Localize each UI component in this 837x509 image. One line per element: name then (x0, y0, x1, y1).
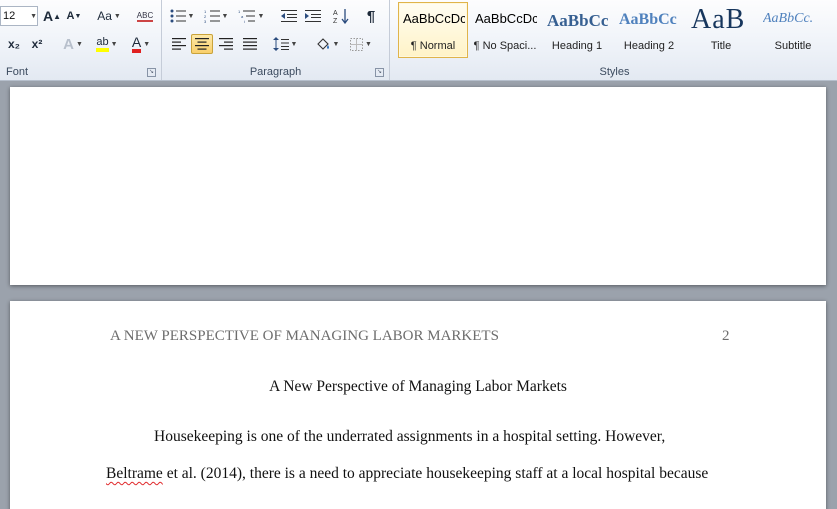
text-effects-button[interactable]: A ▼ (58, 34, 88, 54)
align-center-button[interactable] (191, 34, 213, 54)
font-color-icon: A (131, 35, 142, 53)
style-name: Heading 2 (623, 40, 675, 52)
shrink-font-button[interactable]: A ▼ (64, 6, 84, 26)
line-spacing-dropdown-icon: ▼ (290, 40, 298, 48)
borders-icon (350, 37, 364, 51)
running-head[interactable]: A NEW PERSPECTIVE OF MANAGING LABOR MARK… (110, 328, 499, 345)
style-sample: AaBbCcDc (475, 11, 537, 26)
style-name: ¶ No Spaci... (473, 40, 537, 52)
multilevel-list-icon: 1ai (238, 9, 255, 23)
align-left-button[interactable] (168, 34, 190, 54)
shading-button[interactable]: ▼ (312, 34, 342, 54)
decrease-indent-icon (281, 10, 297, 22)
highlight-dropdown-icon: ▼ (110, 40, 118, 48)
style-tile-5[interactable]: AaBbCc. Subtitle (758, 2, 828, 58)
clear-formatting-icon: ABC (136, 10, 154, 22)
multilevel-dropdown-icon: ▼ (257, 12, 265, 20)
style-name: Title (710, 40, 732, 52)
font-color-dropdown-icon: ▼ (143, 40, 151, 48)
paragraph-dialog-launcher-icon[interactable]: ↘ (375, 68, 384, 77)
style-sample: AaBbCc. (763, 11, 814, 26)
align-right-button[interactable] (215, 34, 237, 54)
numbering-dropdown-icon: ▼ (221, 12, 229, 20)
shrink-arrow-icon: ▼ (74, 12, 82, 20)
misspelled-word[interactable]: Beltrame (106, 465, 163, 482)
page-1[interactable] (10, 87, 826, 285)
font-color-button[interactable]: A ▼ (126, 34, 156, 54)
style-name: Heading 1 (551, 40, 603, 52)
justify-icon (243, 38, 257, 50)
styles-group: AaBbCcDc ¶ Normal AaBbCcDc ¶ No Spaci... AaB… (392, 0, 837, 80)
style-sample: AaBbCcDc (403, 11, 465, 26)
borders-dropdown-icon: ▼ (365, 40, 372, 48)
style-sample: AaBbCc (619, 11, 677, 28)
change-case-dropdown-icon: ▼ (113, 12, 121, 20)
font-group: 12 ▼ A ▲ A ▼ Aa ▼ ABC x₂ x² A ▼ ab ▼ A ▼ Font (0, 0, 162, 80)
style-name: Subtitle (774, 40, 812, 52)
styles-group-label: Styles (599, 66, 630, 78)
style-sample: AaB (691, 4, 746, 35)
style-tile-3[interactable]: AaBbCc Heading 2 (614, 2, 684, 58)
align-right-icon (219, 38, 233, 50)
style-name: ¶ Normal (410, 40, 456, 52)
style-tile-4[interactable]: AaB Title (686, 2, 756, 58)
svg-text:Z: Z (333, 18, 338, 24)
shading-dropdown-icon: ▼ (332, 40, 340, 48)
paragraph-line-2[interactable]: Beltrame et al. (2014), there is a need … (106, 465, 708, 483)
numbering-icon: 123 (204, 9, 220, 23)
style-tile-0[interactable]: AaBbCcDc ¶ Normal (398, 2, 468, 58)
svg-text:i: i (244, 19, 245, 23)
decrease-indent-button[interactable] (278, 6, 300, 26)
sort-icon: AZ (333, 9, 349, 24)
style-sample: AaBbCc (547, 11, 609, 30)
bullets-icon (170, 9, 186, 23)
align-center-icon (195, 38, 209, 50)
svg-text:3: 3 (204, 19, 207, 23)
paragraph-line-1[interactable]: Housekeeping is one of the underrated as… (154, 428, 665, 446)
justify-button[interactable] (239, 34, 261, 54)
show-formatting-marks-button[interactable]: ¶ (360, 6, 382, 26)
bullets-button[interactable]: ▼ (168, 6, 196, 26)
pilcrow-icon: ¶ (366, 7, 376, 25)
clear-formatting-button[interactable]: ABC (134, 6, 156, 26)
svg-text:A: A (333, 10, 338, 17)
font-dialog-launcher-icon[interactable]: ↘ (147, 68, 156, 77)
increase-indent-icon (305, 10, 321, 22)
highlight-icon: ab (96, 36, 109, 52)
paragraph-group: ▼ 1 2 3 ▼ 1 a i ▼ AZ ¶ ▼ ▼ ▼ Paragraph ↘ (162, 0, 390, 80)
subscript-button[interactable]: x₂ (4, 34, 24, 54)
change-case-button[interactable]: Aa ▼ (94, 6, 124, 26)
increase-indent-button[interactable] (302, 6, 324, 26)
grow-arrow-icon: ▲ (53, 11, 62, 21)
multilevel-list-button[interactable]: 1 a i ▼ (236, 6, 266, 26)
paragraph-group-label: Paragraph (249, 66, 302, 78)
grow-font-button[interactable]: A ▲ (42, 6, 62, 26)
text-effects-dropdown-icon: ▼ (75, 40, 83, 48)
page-number[interactable]: 2 (722, 328, 730, 345)
highlight-button[interactable]: ab ▼ (91, 34, 123, 54)
font-size-combobox[interactable]: 12 ▼ (0, 6, 38, 26)
paragraph-line-2-text: et al. (2014), there is a need to apprec… (162, 465, 709, 482)
font-size-dropdown-icon[interactable]: ▼ (30, 13, 37, 20)
numbering-button[interactable]: 1 2 3 ▼ (202, 6, 230, 26)
document-area[interactable]: A NEW PERSPECTIVE OF MANAGING LABOR MARK… (0, 81, 837, 509)
ribbon: 12 ▼ A ▲ A ▼ Aa ▼ ABC x₂ x² A ▼ ab ▼ A ▼ Font (0, 0, 837, 81)
style-tile-2[interactable]: AaBbCc Heading 1 (542, 2, 612, 58)
bullets-dropdown-icon: ▼ (187, 12, 195, 20)
superscript-button[interactable]: x² (27, 34, 47, 54)
align-left-icon (172, 38, 186, 50)
line-spacing-icon (272, 37, 289, 51)
font-group-label: Font (6, 66, 29, 78)
page-2[interactable]: A NEW PERSPECTIVE OF MANAGING LABOR MARK… (10, 301, 826, 509)
borders-button[interactable]: ▼ (346, 34, 376, 54)
sort-button[interactable]: AZ (330, 6, 352, 26)
document-title[interactable]: A New Perspective of Managing Labor Mark… (10, 378, 826, 396)
line-spacing-button[interactable]: ▼ (270, 34, 300, 54)
shading-icon (316, 38, 329, 50)
font-size-value: 12 (3, 10, 16, 22)
style-tile-1[interactable]: AaBbCcDc ¶ No Spaci... (470, 2, 540, 58)
text-effects-icon: A (63, 35, 74, 53)
